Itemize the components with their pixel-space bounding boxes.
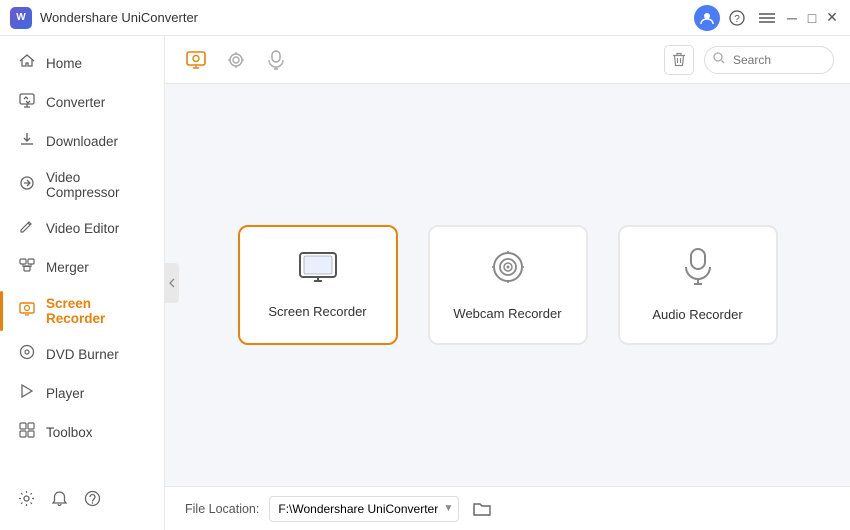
tab-webcam-record[interactable] — [221, 45, 251, 75]
sidebar-item-video-compressor[interactable]: Video Compressor — [0, 161, 164, 209]
sidebar-label-converter: Converter — [46, 95, 105, 110]
audio-recorder-card[interactable]: Audio Recorder — [618, 225, 778, 345]
folder-open-button[interactable] — [469, 496, 495, 522]
trash-button[interactable] — [664, 45, 694, 75]
merger-icon — [18, 257, 36, 278]
user-icon[interactable] — [694, 5, 720, 31]
content-topbar — [165, 36, 850, 84]
sidebar-label-video-editor: Video Editor — [46, 221, 119, 236]
title-bar: W Wondershare UniConverter ? ─ □ ✕ — [0, 0, 850, 36]
menu-button[interactable] — [754, 5, 780, 31]
help-button[interactable]: ? — [724, 5, 750, 31]
compressor-icon — [18, 175, 36, 196]
sidebar-label-screen-recorder: Screen Recorder — [46, 296, 146, 326]
sidebar-item-player[interactable]: Player — [0, 374, 164, 413]
webcam-recorder-card[interactable]: Webcam Recorder — [428, 225, 588, 345]
title-bar-controls: ? ─ □ ✕ — [694, 5, 840, 31]
tab-audio-record[interactable] — [261, 45, 291, 75]
minimize-button[interactable]: ─ — [784, 10, 800, 26]
main-layout: Home Converter Downloader Video Compress… — [0, 36, 850, 530]
audio-recorder-card-icon — [683, 248, 713, 295]
converter-icon — [18, 92, 36, 113]
sidebar-label-dvd-burner: DVD Burner — [46, 347, 119, 362]
screen-recorder-card-icon — [298, 251, 338, 292]
sidebar-label-toolbox: Toolbox — [46, 425, 93, 440]
sidebar-label-home: Home — [46, 56, 82, 71]
file-location-label: File Location: — [185, 502, 259, 516]
sidebar-label-video-compressor: Video Compressor — [46, 170, 146, 200]
close-button[interactable]: ✕ — [824, 10, 840, 26]
recorder-cards: Screen Recorder Webcam Recorder — [238, 225, 778, 345]
sidebar-bottom — [0, 480, 164, 522]
search-input[interactable] — [704, 46, 834, 74]
sidebar: Home Converter Downloader Video Compress… — [0, 36, 165, 530]
file-location-wrapper: F:\Wondershare UniConverter ▼ — [269, 496, 459, 522]
webcam-recorder-card-label: Webcam Recorder — [453, 306, 561, 321]
sidebar-label-downloader: Downloader — [46, 134, 118, 149]
tab-screen-record[interactable] — [181, 45, 211, 75]
screen-recorder-card-label: Screen Recorder — [268, 304, 366, 319]
webcam-recorder-card-icon — [490, 249, 526, 294]
collapse-handle[interactable] — [165, 263, 179, 303]
sidebar-label-merger: Merger — [46, 260, 89, 275]
notification-icon[interactable] — [51, 490, 68, 512]
sidebar-item-downloader[interactable]: Downloader — [0, 122, 164, 161]
audio-recorder-card-label: Audio Recorder — [652, 307, 742, 322]
feedback-icon[interactable] — [84, 490, 101, 512]
sidebar-item-screen-recorder[interactable]: Screen Recorder — [0, 287, 164, 335]
screen-recorder-icon — [18, 301, 36, 322]
screen-recorder-card[interactable]: Screen Recorder — [238, 225, 398, 345]
svg-text:?: ? — [734, 14, 740, 25]
editor-icon — [18, 218, 36, 239]
app-title: Wondershare UniConverter — [40, 10, 694, 25]
maximize-button[interactable]: □ — [804, 10, 820, 26]
sidebar-item-toolbox[interactable]: Toolbox — [0, 413, 164, 452]
content-bottombar: File Location: F:\Wondershare UniConvert… — [165, 486, 850, 530]
sidebar-item-home[interactable]: Home — [0, 44, 164, 83]
file-location-select[interactable]: F:\Wondershare UniConverter — [269, 496, 459, 522]
sidebar-item-dvd-burner[interactable]: DVD Burner — [0, 335, 164, 374]
content-area: Screen Recorder Webcam Recorder — [165, 36, 850, 530]
downloader-icon — [18, 131, 36, 152]
recorder-area: Screen Recorder Webcam Recorder — [165, 84, 850, 486]
dvd-burner-icon — [18, 344, 36, 365]
home-icon — [18, 53, 36, 74]
sidebar-label-player: Player — [46, 386, 84, 401]
sidebar-item-converter[interactable]: Converter — [0, 83, 164, 122]
settings-icon[interactable] — [18, 490, 35, 512]
search-wrapper — [704, 46, 834, 74]
toolbox-icon — [18, 422, 36, 443]
sidebar-item-video-editor[interactable]: Video Editor — [0, 209, 164, 248]
sidebar-item-merger[interactable]: Merger — [0, 248, 164, 287]
player-icon — [18, 383, 36, 404]
app-logo: W — [10, 7, 32, 29]
